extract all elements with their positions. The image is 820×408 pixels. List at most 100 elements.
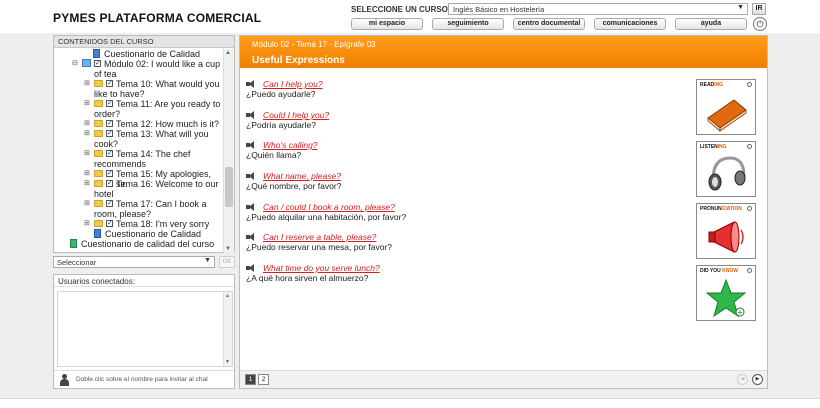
expand-icon[interactable]: ⊞ [84,199,90,209]
speaker-icon[interactable] [246,203,255,211]
folder-icon [94,130,103,137]
expression-spanish: ¿Puedo alquilar una habitación, por favo… [246,212,407,222]
megaphone-icon [708,221,744,253]
tree-item-tema-12[interactable]: ⊞ ✓ Tema 12: How much is it? [56,119,222,129]
tree-select[interactable]: Seleccionar ▼ [53,256,215,268]
speaker-icon[interactable] [246,80,255,88]
tree-item-cuestionario-curso[interactable]: Cuestionario de calidad del curso [56,239,222,249]
speaker-icon[interactable] [246,111,255,119]
header: PYMES PLATAFORMA COMERCIAL SELECCIONE UN… [0,0,820,33]
expression-english-link[interactable]: Can / could I book a room, please? [263,202,395,212]
status-dot-icon [747,82,752,87]
status-dot-icon [747,144,752,149]
nav-seguimiento-button[interactable]: seguimiento [432,18,504,30]
pagination-bar: 1 2 ◀ ▶ [240,370,767,388]
course-select[interactable]: Inglés Básico en Hostelería ▼ [448,3,748,15]
tree-item-tema-15[interactable]: ⊞ ✓ Tema 15: My apologies, sir. [56,169,222,189]
power-icon[interactable]: ⏻ [753,17,767,31]
connected-users-panel: Usuarios conectados: ▲ ▼ Doble clic sobr… [53,274,235,389]
speaker-icon[interactable] [246,233,255,241]
document-icon [93,49,100,58]
page-2-button[interactable]: 2 [258,374,269,385]
course-contents-panel: CONTENIDOS DEL CURSO Cuestionario de Cal… [53,35,235,253]
expression-spanish: ¿Podría ayudarle? [246,120,316,130]
folder-icon [94,100,103,107]
tree-item-tema-18[interactable]: ⊞ ✓ Tema 18: I'm very sorry [56,219,222,229]
tree-item-tema-11[interactable]: ⊞ ✓ Tema 11: Are you ready to [56,99,222,109]
nav-ayuda-button[interactable]: ayuda [675,18,747,30]
scroll-up-icon[interactable]: ▲ [225,293,230,299]
expression-english-link[interactable]: What time do you serve lunch? [263,263,380,273]
connected-users-list[interactable]: ▲ ▼ [57,291,233,367]
tree-item-tema-13[interactable]: ⊞ ✓ Tema 13: What will you [56,129,222,139]
collapse-icon[interactable]: ⊟ [72,59,78,69]
tree-item-cont: cook? [94,139,119,149]
scroll-thumb[interactable] [225,167,233,207]
expression-english-link[interactable]: Could I help you? [263,110,329,120]
expression-english-link[interactable]: Can I help you? [263,79,323,89]
checkbox-icon: ✓ [106,170,113,177]
tree-scrollbar[interactable]: ▲ ▼ [223,49,234,253]
folder-icon [94,80,103,87]
chevron-down-icon: ▼ [204,257,211,264]
expand-icon[interactable]: ⊞ [84,119,90,129]
next-icon[interactable]: ▶ [752,374,763,385]
checkbox-icon: ✓ [106,180,113,187]
expand-icon[interactable]: ⊞ [84,219,90,229]
reading-button[interactable]: READING [696,79,756,135]
expand-icon[interactable]: ⊞ [84,149,90,159]
checkbox-icon: ✓ [106,220,113,227]
tree-item-cont: of tea [94,69,117,79]
scroll-down-icon[interactable]: ▼ [225,359,230,365]
tree-item-cont: recommends [94,159,147,169]
expression-english-link[interactable]: What name, please? [263,171,341,181]
did-you-know-label: DID YOU KNOW [700,268,738,274]
brand-title: PYMES PLATAFORMA COMERCIAL [53,11,262,25]
nav-centro-documental-button[interactable]: centro documental [513,18,585,30]
go-button[interactable]: IR [752,3,766,15]
expand-icon[interactable]: ⊞ [84,169,90,179]
scroll-up-icon[interactable]: ▲ [225,50,231,56]
pronunciation-label: PRONUNCIATION [700,206,742,212]
tree-item-tema-10[interactable]: ⊞ ✓ Tema 10: What would you [56,79,222,89]
expand-icon[interactable]: ⊞ [84,79,90,89]
folder-icon [94,170,103,177]
tree-item-cuestionario[interactable]: Cuestionario de Calidad [56,229,222,239]
ok-button[interactable]: OK [219,256,235,268]
checkbox-icon: ✓ [106,100,113,107]
speaker-icon[interactable] [246,172,255,180]
content-header: Módulo 02 - Tema 17 - Epígrafe 03 Useful… [240,36,767,68]
expression-spanish: ¿A qué hora sirven el almuerzo? [246,273,369,283]
speaker-icon[interactable] [246,264,255,272]
expression-english-link[interactable]: Who's calling? [263,140,318,150]
listening-button[interactable]: LISTENING [696,141,756,197]
svg-text:+: + [737,309,743,317]
book-icon [707,99,747,132]
scroll-down-icon[interactable]: ▼ [225,246,231,252]
document-icon [70,239,77,248]
expand-icon[interactable]: ⊞ [84,179,90,189]
expand-icon[interactable]: ⊞ [84,99,90,109]
nav-comunicaciones-button[interactable]: comunicaciones [594,18,666,30]
tree-item-tema-17[interactable]: ⊞ ✓ Tema 17: Can I book a [56,199,222,209]
nav-mi-espacio-button[interactable]: mi espacio [351,18,423,30]
tree-item-tema-14[interactable]: ⊞ ✓ Tema 14: The chef [56,149,222,159]
expression-english-link[interactable]: Can I reserve a table, please? [263,232,376,242]
speaker-icon[interactable] [246,141,255,149]
tree-item-module-02[interactable]: ⊟ ✓ Módulo 02: I would like a cup [56,59,222,69]
page-1-button[interactable]: 1 [245,374,256,385]
folder-icon [94,200,103,207]
headphones-icon [708,156,746,191]
tree-item-tema-16[interactable]: ⊞ ✓ Tema 16: Welcome to our [56,179,222,189]
users-scrollbar[interactable]: ▲ ▼ [223,292,232,366]
expression-spanish: ¿Quién llama? [246,150,302,160]
folder-icon [94,120,103,127]
tree-select-value: Seleccionar [57,258,97,267]
expand-icon[interactable]: ⊞ [84,129,90,139]
checkbox-icon: ✓ [106,80,113,87]
checkbox-icon: ✓ [106,130,113,137]
pronunciation-button[interactable]: PRONUNCIATION [696,203,756,259]
tree-item[interactable]: Cuestionario de Calidad [56,49,222,59]
previous-icon[interactable]: ◀ [737,374,748,385]
did-you-know-button[interactable]: DID YOU KNOW + [696,265,756,321]
